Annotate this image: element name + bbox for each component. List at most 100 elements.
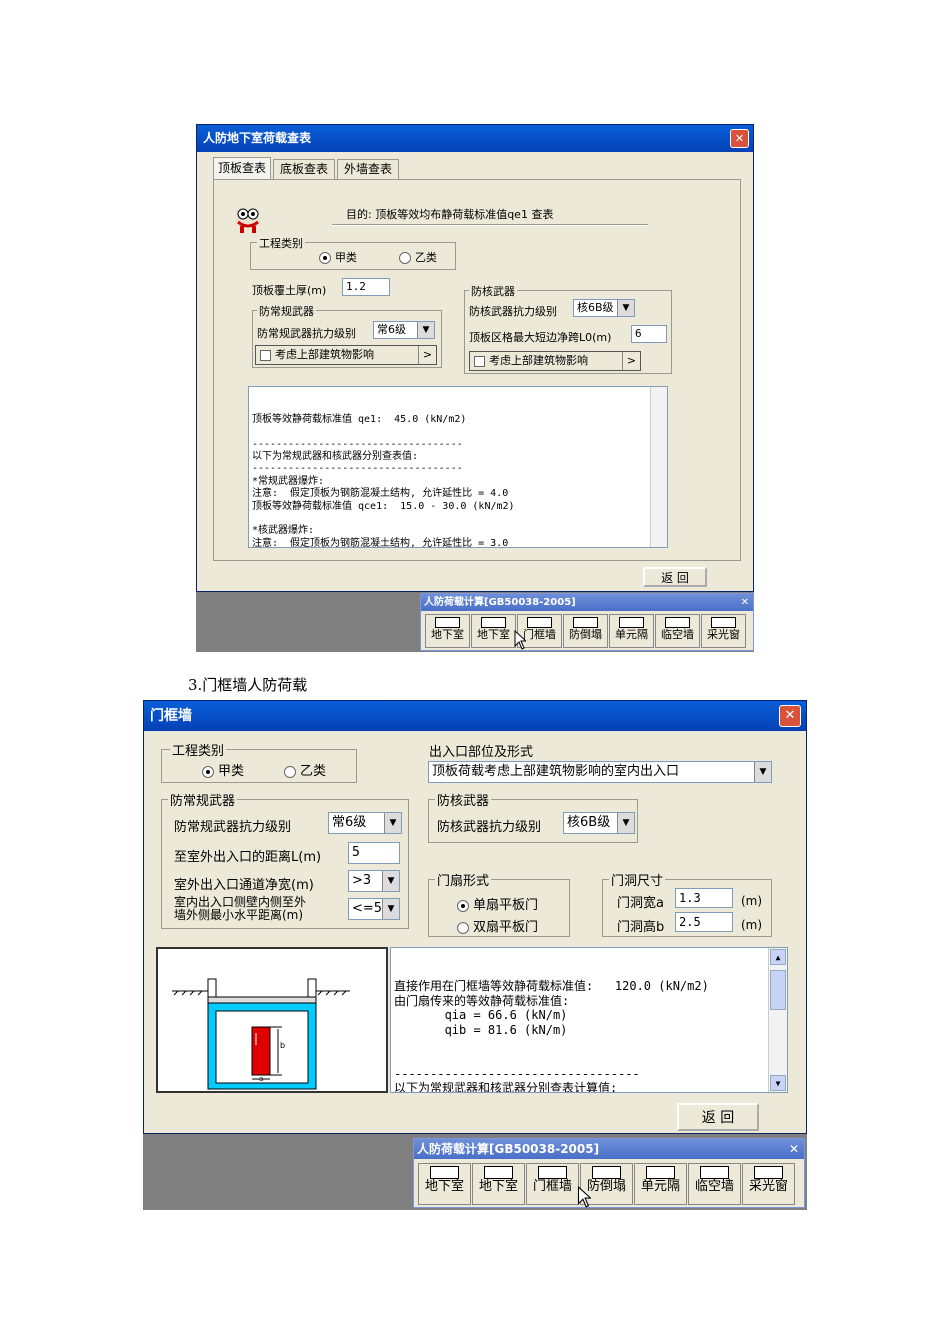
nuclear-group-label: 防核武器 [469, 283, 517, 299]
toolbar-button-6[interactable]: 采光窗 [742, 1163, 795, 1205]
toolbar-button-label: 地下室 [431, 627, 464, 641]
close-icon: ✕ [734, 132, 745, 145]
project-type-group: 工程类别 甲类 乙类 [161, 740, 357, 783]
conv-level-select[interactable]: 常6级 ▼ [373, 321, 435, 339]
toolbar-button-label: 地下室 [478, 1179, 518, 1195]
structure-icon [645, 1166, 676, 1180]
chevron-down-icon: ▼ [384, 813, 401, 833]
return-button[interactable]: 返 回 [643, 567, 707, 587]
radio-class-a[interactable]: 甲类 [319, 249, 357, 265]
close-button[interactable]: ✕ [779, 705, 801, 727]
result-line: 顶板等效静荷载标准值 qce1: 15.0 - 30.0 (kN/m2) [252, 500, 515, 512]
result-line: qia = 66.6 (kN/m) [394, 1008, 568, 1023]
nuc-level-select[interactable]: 核6B级 ▼ [573, 299, 635, 317]
chevron-down-icon: ▼ [617, 300, 634, 316]
structure-icon [527, 617, 552, 628]
purpose-underline [332, 224, 648, 226]
door-result-textarea[interactable]: 直接作用在门框墙等效静荷载标准值: 120.0 (kN/m2) 由门扇传来的等效静… [390, 947, 788, 1093]
scroll-thumb[interactable] [770, 970, 786, 1010]
toolbar-button-5[interactable]: 临空墙 [688, 1163, 741, 1205]
toolbar-button-4[interactable]: 单元隔 [609, 614, 654, 648]
distance-input[interactable]: 5 [348, 842, 400, 864]
radio-single-door[interactable]: 单扇平板门 [457, 894, 538, 913]
civil-defense-toolbar: 人防荷载计算[GB50038-2005] ✕ 地下室 地下室 门框墙 防倒塌 单元隔 临空… [420, 593, 754, 651]
return-button[interactable]: 返 回 [677, 1103, 759, 1131]
nuclear-weapons-group: 防核武器 防核武器抗力级别 核6B级 ▼ [428, 790, 638, 843]
vertical-scrollbar[interactable]: ▲ ▼ [768, 948, 787, 1092]
close-button[interactable]: ✕ [730, 129, 749, 148]
nuc-level-select[interactable]: 核6B级 ▼ [563, 812, 635, 834]
cover-soil-input[interactable]: 1.2 [342, 278, 390, 296]
radio-class-a[interactable]: 甲类 [202, 760, 244, 779]
channel-width-select[interactable]: >3 ▼ [348, 870, 400, 892]
door-height-unit: (m) [741, 918, 763, 932]
close-icon[interactable]: ✕ [789, 1139, 799, 1159]
dimension-a-label: a [259, 1075, 264, 1083]
close-icon[interactable]: ✕ [741, 594, 749, 611]
span-input[interactable]: 6 [631, 325, 667, 343]
more-arrow-button[interactable]: > [418, 346, 436, 364]
nuc-level-label: 防核武器抗力级别 [469, 305, 557, 318]
result-line [252, 426, 664, 438]
vertical-scrollbar[interactable] [650, 387, 667, 547]
door-width-label: 门洞宽a [617, 896, 664, 911]
toolbar-button-label: 单元隔 [640, 1179, 680, 1195]
wall-distance-select[interactable]: <=5 ▼ [348, 898, 400, 920]
toolbar-button-5[interactable]: 临空墙 [655, 614, 700, 648]
entrance-select[interactable]: 顶板荷载考虑上部建筑物影响的室内出入口 ▼ [428, 761, 772, 783]
result-text: 直接作用在门框墙等效静荷载标准值: 120.0 (kN/m2) 由门扇传来的等效静… [394, 979, 784, 1093]
more-arrow-button[interactable]: > [622, 352, 640, 370]
door-width-input[interactable]: 1.3 [675, 888, 733, 908]
conv-level-select[interactable]: 常6级 ▼ [328, 812, 402, 834]
mascot-icon [236, 208, 260, 233]
result-line: 顶板等效静荷载标准值 qe1: 45.0 (kN/m2) [252, 413, 467, 425]
tab-roof[interactable]: 顶板查表 [213, 157, 271, 179]
toolbar-button-6[interactable]: 采光窗 [701, 614, 746, 648]
dimension-b-label: b [280, 1041, 286, 1050]
scroll-down-icon[interactable]: ▼ [770, 1075, 786, 1091]
toolbar-button-4[interactable]: 单元隔 [634, 1163, 687, 1205]
result-line: 注意: 假定顶板为钢筋混凝土结构, 允许延性比 = 4.0 [252, 488, 509, 500]
structure-icon [619, 617, 644, 628]
scroll-up-icon[interactable]: ▲ [770, 949, 786, 965]
nuc-upper-building-toggle[interactable]: 考虑上部建筑物影响 > [469, 351, 641, 371]
radio-double-door[interactable]: 双扇平板门 [457, 916, 538, 935]
structure-icon [665, 617, 690, 628]
radio-icon [284, 765, 296, 778]
chevron-down-icon: ▼ [754, 762, 771, 782]
result-line: *常规武器爆炸: [252, 475, 325, 487]
door-height-label: 门洞高b [617, 920, 665, 935]
toolbar-button-0[interactable]: 地下室 [425, 614, 470, 648]
door-type-group: 门扇形式 单扇平板门 双扇平板门 [428, 870, 570, 937]
close-icon: ✕ [784, 708, 796, 723]
structure-icon [435, 617, 460, 628]
toolbar-button-3[interactable]: 防倒塌 [563, 614, 608, 648]
project-type-label: 工程类别 [170, 740, 227, 759]
result-line: 由门扇传来的等效静荷载标准值: [394, 993, 570, 1008]
toolbar-button-label: 单元隔 [615, 627, 648, 641]
radio-selected-icon [319, 252, 331, 264]
structure-icon [537, 1166, 568, 1180]
tab-floor[interactable]: 底板查表 [273, 159, 335, 179]
nuclear-group-label: 防核武器 [435, 790, 492, 809]
roof-result-textarea[interactable]: 顶板等效静荷载标准值 qe1: 45.0 (kN/m2) -----------… [248, 386, 668, 548]
toolbar-button-2[interactable]: 门框墙 [526, 1163, 579, 1205]
entrance-label: 出入口部位及形式 [429, 745, 534, 760]
mouse-cursor-icon [514, 630, 526, 650]
result-line: 以下为常规武器和核武器分别查表计算值: [394, 1081, 618, 1093]
toolbar-button-0[interactable]: 地下室 [418, 1163, 471, 1205]
toolbar-button-label: 临空墙 [661, 627, 694, 641]
conv-upper-building-toggle[interactable]: 考虑上部建筑物影响 > [255, 345, 437, 365]
nuclear-weapons-group: 防核武器 防核武器抗力级别 核6B级 ▼ 顶板区格最大短边净跨L0(m) 6 考… [464, 283, 672, 374]
door-width-unit: (m) [741, 894, 763, 908]
toolbar-button-label: 门框墙 [532, 1179, 572, 1195]
door-height-input[interactable]: 2.5 [675, 912, 733, 932]
radio-class-b[interactable]: 乙类 [284, 760, 326, 779]
purpose-text: 目的: 顶板等效均布静荷载标准值qe1 查表 [346, 208, 554, 221]
dialog-title: 人防地下室荷载查表 [203, 131, 312, 145]
tab-outer-wall[interactable]: 外墙查表 [337, 159, 399, 179]
dialog-title-bar: 门框墙 [144, 701, 806, 731]
toolbar-button-1[interactable]: 地下室 [471, 614, 516, 648]
toolbar-button-1[interactable]: 地下室 [472, 1163, 525, 1205]
radio-class-b[interactable]: 乙类 [399, 249, 437, 265]
